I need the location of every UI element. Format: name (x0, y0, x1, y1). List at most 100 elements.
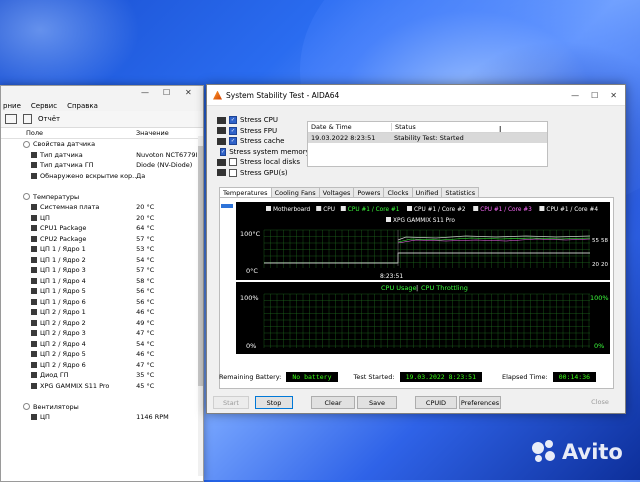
throttle-y-max: 100% (590, 294, 609, 302)
legend-checkbox[interactable] (386, 217, 391, 222)
checkbox[interactable]: ✓ (229, 137, 237, 146)
menu-service[interactable]: Сервис (31, 102, 57, 110)
graph-icon[interactable] (5, 114, 17, 124)
sensor-row[interactable]: ЦП 1 / Ядро 1 53 °C (1, 244, 203, 255)
sensor-row[interactable]: Тип датчика Nuvoton NCT6779I (1, 150, 203, 161)
sensor-row[interactable]: ЦП 1 / Ядро 5 56 °C (1, 286, 203, 297)
stress-option[interactable]: ✓ Stress FPU (217, 126, 309, 137)
device-icon (217, 158, 226, 166)
sensor-row[interactable]: ЦП 1146 RPM (1, 412, 203, 423)
sensor-row[interactable]: CPU2 Package 57 °C (1, 234, 203, 245)
sensor-row[interactable]: CPU1 Package 64 °C (1, 223, 203, 234)
maximize-icon[interactable]: ☐ (163, 88, 170, 97)
stop-button[interactable]: Stop (255, 396, 293, 409)
sensor-row[interactable]: ЦП 1 / Ядро 6 56 °C (1, 297, 203, 308)
sensor-row[interactable]: Системная плата 20 °C (1, 202, 203, 213)
sensor-row[interactable]: ЦП 1 / Ядро 4 58 °C (1, 276, 203, 287)
col-field[interactable]: Поле (1, 129, 136, 137)
sensor-value: 64 °C (136, 224, 155, 233)
sensor-name: Вентиляторы (1, 403, 133, 411)
sensor-row[interactable]: ЦП 2 / Ядро 6 47 °C (1, 360, 203, 371)
menu-view[interactable]: рние (3, 102, 21, 110)
preferences-button[interactable]: Preferences (459, 396, 501, 409)
legend-checkbox[interactable] (473, 206, 479, 211)
scrollbar-thumb[interactable] (198, 146, 203, 386)
col-status[interactable]: Status (392, 123, 416, 131)
legend-checkbox[interactable] (539, 206, 545, 211)
stress-option[interactable]: ✓ Stress CPU (217, 115, 309, 126)
sensor-name-text: ЦП 2 / Ядро 5 (40, 350, 86, 359)
stress-option[interactable]: Stress GPU(s) (217, 168, 309, 179)
legend-checkbox[interactable] (316, 206, 322, 211)
report-button[interactable]: Отчёт (38, 115, 60, 123)
col-value[interactable]: Значение (136, 129, 169, 137)
sensor-row[interactable]: Обнаружено вскрытие кор... Да (1, 171, 203, 182)
sensor-row[interactable]: ЦП 1 / Ядро 2 54 °C (1, 255, 203, 266)
sensor-group[interactable]: Температуры (1, 192, 203, 203)
sensor-row[interactable]: ЦП 2 / Ядро 3 47 °C (1, 328, 203, 339)
group-toggle-icon[interactable] (23, 193, 30, 201)
usage-y-min: 0% (246, 342, 256, 350)
sensor-row[interactable]: ЦП 20 °C (1, 213, 203, 224)
sensor-row[interactable]: ЦП 1 / Ядро 3 57 °C (1, 265, 203, 276)
stress-option[interactable]: Stress local disks (217, 157, 309, 168)
scrollbar[interactable] (198, 136, 203, 476)
sensor-group[interactable]: Свойства датчика (1, 139, 203, 150)
report-icon[interactable] (23, 114, 32, 124)
clear-button[interactable]: Clear (311, 396, 355, 409)
sensor-row[interactable]: Диод ГП 35 °C (1, 370, 203, 381)
checkbox[interactable]: ✓ (229, 116, 237, 125)
checkbox[interactable] (229, 158, 237, 167)
sensor-value: 47 °C (136, 329, 155, 338)
menu-help[interactable]: Справка (67, 102, 98, 110)
sensor-icon (31, 246, 37, 253)
sensor-row[interactable]: XPG GAMMIX S11 Pro 45 °C (1, 381, 203, 392)
close-icon[interactable]: ✕ (185, 88, 192, 97)
sensor-group[interactable]: Вентиляторы (1, 402, 203, 413)
minimize-icon[interactable]: — (571, 91, 579, 100)
col-date[interactable]: Date & Time (308, 123, 392, 131)
sensor-value: 46 °C (136, 350, 155, 359)
sensor-name: ЦП 1 / Ядро 1 (1, 245, 136, 253)
sensor-row[interactable]: ЦП 2 / Ядро 4 54 °C (1, 339, 203, 350)
sensor-row[interactable]: Тип датчика ГП Diode (NV-Diode) (1, 160, 203, 171)
log-header: Date & Time Status (308, 122, 547, 133)
group-toggle-icon[interactable] (23, 140, 30, 148)
sensor-name: Тип датчика ГП (1, 161, 136, 169)
checkbox[interactable]: ✓ (229, 126, 237, 135)
legend-label: CPU #1 / Core #3 (480, 207, 532, 213)
legend-checkbox[interactable] (266, 206, 271, 211)
sensor-name: ЦП 2 / Ядро 1 (1, 308, 136, 316)
sensor-icon (31, 414, 37, 421)
stress-option[interactable]: ✓ Stress system memory (217, 147, 310, 158)
close-icon[interactable]: ✕ (610, 91, 617, 100)
maximize-icon[interactable]: ☐ (591, 91, 598, 100)
sensor-row[interactable]: ЦП 2 / Ядро 2 49 °C (1, 318, 203, 329)
log-row[interactable]: 19.03.2022 8:23:51 Stability Test: Start… (308, 133, 547, 143)
save-button[interactable]: Save (357, 396, 397, 409)
sensor-value: 58 °C (136, 276, 155, 285)
device-icon (217, 116, 226, 124)
log-status: Stability Test: Started (394, 134, 464, 142)
log-date: 19.03.2022 8:23:51 (311, 134, 376, 142)
group-toggle-icon[interactable] (23, 403, 30, 411)
sensor-row[interactable]: ЦП 2 / Ядро 5 46 °C (1, 349, 203, 360)
checkbox[interactable] (229, 168, 237, 177)
window-title: System Stability Test - AIDA64 (226, 90, 340, 100)
stress-option[interactable]: ✓ Stress cache (217, 136, 309, 147)
sensor-row[interactable]: ЦП 2 / Ядро 1 46 °C (1, 307, 203, 318)
sensor-name-text: ЦП 1 / Ядро 2 (40, 255, 86, 264)
close-button[interactable]: Close (583, 396, 617, 407)
sensor-icon (31, 172, 37, 179)
legend-checkbox[interactable] (340, 206, 346, 211)
legend-checkbox[interactable] (407, 206, 412, 211)
device-icon (217, 169, 226, 177)
stress-option-label: Stress cache (240, 137, 285, 146)
checkbox[interactable]: ✓ (220, 147, 227, 156)
sensor-name: ЦП 2 / Ядро 6 (1, 361, 136, 369)
usage-y-max: 100% (240, 294, 259, 302)
minimize-icon[interactable]: — (141, 88, 149, 97)
cpuid-button[interactable]: CPUID (415, 396, 457, 409)
usage-title: CPU Usage (381, 284, 417, 292)
start-button[interactable]: Start (213, 396, 249, 409)
